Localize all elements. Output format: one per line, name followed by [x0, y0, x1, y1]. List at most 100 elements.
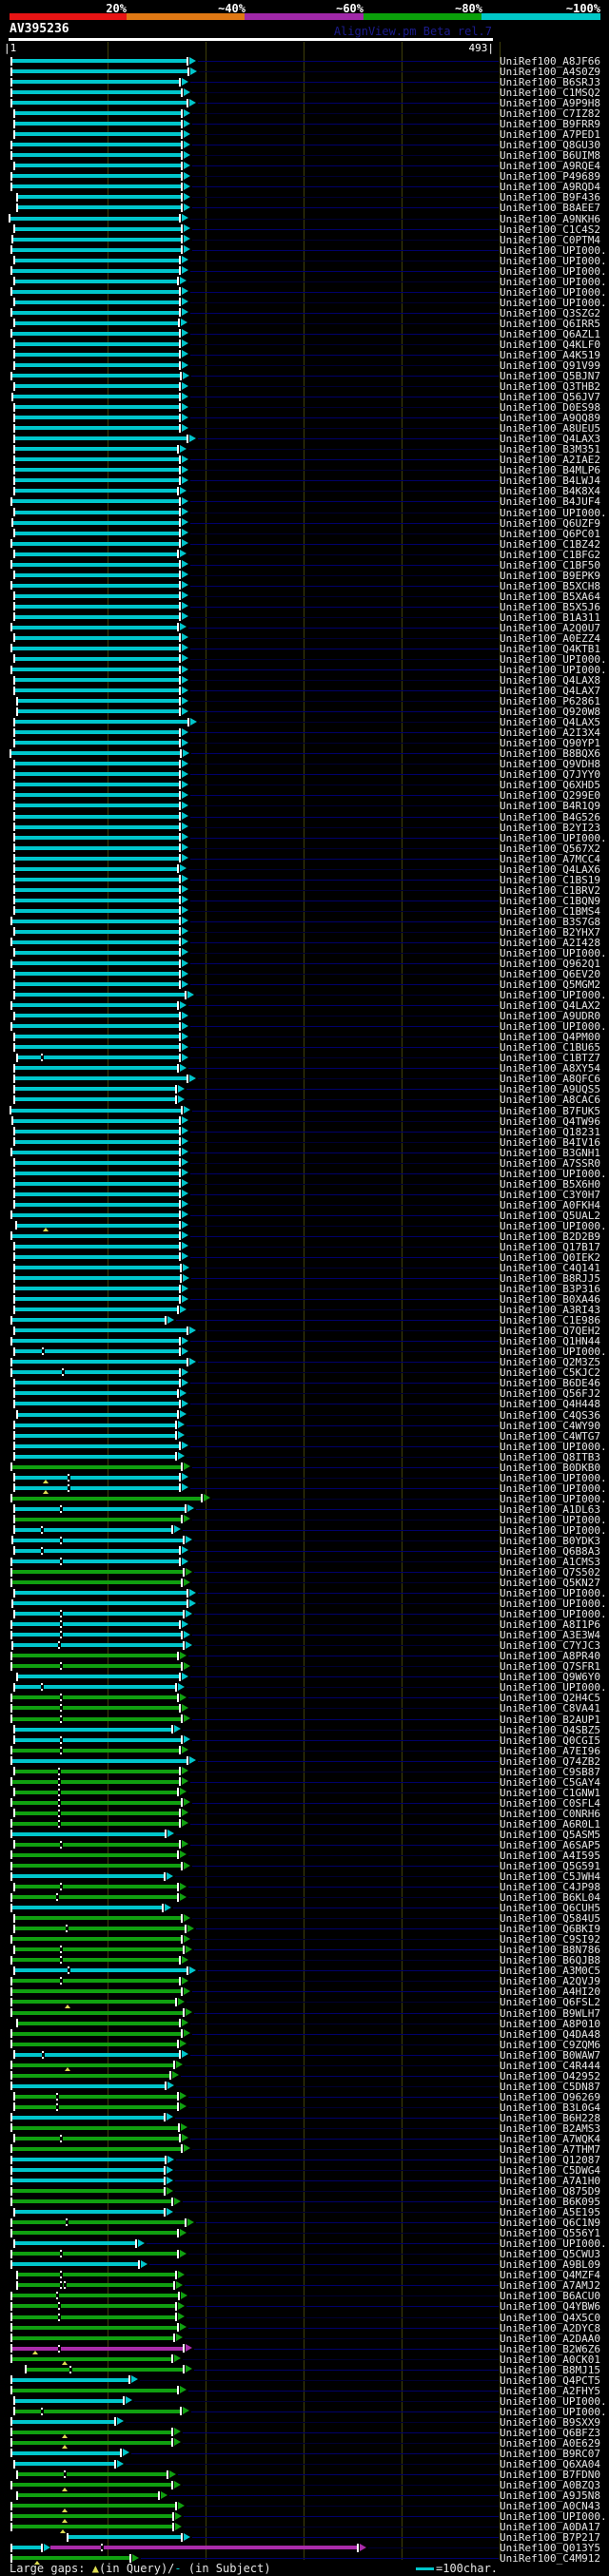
arrow-base-tick	[179, 969, 181, 978]
arrow-head-icon	[167, 2113, 173, 2121]
arrow-base-tick	[175, 1452, 177, 1462]
label-connector-line	[196, 1928, 499, 1930]
alignment-bar	[15, 1454, 175, 1459]
subject-gap-dot	[58, 1772, 60, 1775]
arrow-head-icon	[184, 1630, 190, 1638]
label-connector-line	[190, 743, 499, 745]
arrow-base-tick	[179, 392, 181, 401]
query-gap-triangle-icon	[32, 2351, 38, 2355]
footer-mid: (in Query)/	[98, 2562, 175, 2575]
label-connector-line	[192, 228, 499, 230]
alignment-bar	[12, 2000, 175, 2005]
alignment-bar	[12, 2262, 138, 2267]
label-connector-line	[192, 1466, 499, 1468]
arrow-head-icon	[178, 1094, 185, 1103]
arrow-head-icon	[172, 2071, 179, 2080]
alignment-bar	[15, 856, 179, 861]
arrow-base-tick	[173, 2061, 175, 2070]
label-connector-line	[141, 2558, 499, 2560]
arrow-base-tick	[187, 1074, 188, 1083]
arrow-base-tick	[177, 2228, 179, 2237]
alignment-bar	[12, 2158, 165, 2161]
label-connector-line	[190, 312, 499, 314]
arrow-base-tick	[179, 496, 181, 506]
subject-gap-dot	[68, 1489, 69, 1492]
label-connector-line	[188, 491, 499, 493]
arrow-head-icon	[165, 1903, 171, 1911]
subject-gap-dot	[60, 1746, 62, 1749]
label-connector-line	[176, 2085, 499, 2087]
label-connector-line	[190, 2054, 499, 2056]
alignment-bar	[12, 1852, 177, 1857]
arrow-base-tick	[165, 2155, 167, 2164]
arrow-head-icon	[180, 1410, 187, 1418]
label-connector-line	[190, 1141, 499, 1143]
label-connector-line	[190, 533, 499, 534]
subject-gap-dot	[60, 1840, 62, 1843]
arrow-head-icon	[182, 769, 188, 778]
arrow-head-icon	[189, 1357, 196, 1365]
label-connector-line	[368, 2547, 499, 2549]
arrow-base-tick	[179, 1294, 181, 1304]
arrow-base-tick	[179, 602, 181, 611]
alignment-bar	[15, 1727, 171, 1732]
alignment-bar	[13, 1118, 179, 1123]
label-connector-line	[176, 1833, 499, 1835]
arrow-base-tick	[179, 1399, 181, 1408]
arrow-base-tick	[179, 917, 181, 926]
alignment-bar	[12, 625, 177, 629]
label-connector-line	[190, 837, 499, 839]
label-connector-line	[188, 281, 499, 282]
arrow-base-tick	[179, 1809, 181, 1818]
alignment-bar	[12, 499, 179, 504]
arrow-head-icon	[182, 1242, 188, 1250]
arrow-head-icon	[182, 1211, 188, 1219]
arrow-head-icon	[180, 486, 187, 494]
scale-segment-2	[245, 13, 363, 20]
label-connector-line	[188, 2390, 499, 2392]
alignment-bar	[12, 1821, 179, 1826]
arrow-head-icon	[184, 1861, 190, 1869]
alignment-bar	[15, 1423, 175, 1427]
arrow-head-icon	[182, 1767, 188, 1775]
alignment-bar	[12, 2346, 183, 2351]
arrow-base-tick	[165, 1830, 167, 1839]
subject-gap-dot	[64, 2470, 66, 2473]
label-connector-line	[178, 2474, 499, 2476]
arrow-head-icon	[189, 434, 196, 442]
scale-legend-label: =100char.	[436, 2562, 499, 2575]
arrow-head-icon	[182, 1053, 188, 1061]
arrow-head-icon	[182, 455, 188, 463]
alignment-bar	[13, 237, 181, 242]
alignment-bar	[18, 195, 181, 200]
subject-gap-dot	[58, 2350, 60, 2353]
alignment-bar	[12, 541, 179, 546]
arrow-head-icon	[182, 948, 188, 957]
alignment-bar	[12, 101, 187, 106]
arrow-head-icon	[180, 1651, 187, 1659]
arrow-base-tick	[179, 790, 181, 800]
label-connector-line	[199, 722, 499, 724]
arrow-head-icon	[186, 1536, 192, 1544]
alignment-bar	[15, 835, 179, 840]
arrow-head-icon	[131, 2375, 138, 2384]
alignment-bar	[12, 2220, 185, 2225]
arrow-head-icon	[174, 1725, 181, 1733]
arrow-head-icon	[184, 1106, 190, 1114]
arrow-base-tick	[179, 298, 181, 307]
alignment-bar	[12, 2168, 164, 2173]
arrow-base-tick	[179, 938, 181, 947]
arrow-head-icon	[184, 245, 190, 254]
arrow-head-icon	[182, 329, 188, 338]
arrow-head-icon	[174, 2480, 181, 2489]
arrow-base-tick	[179, 1116, 181, 1126]
arrow-base-tick	[181, 2144, 183, 2154]
alignment-bar	[18, 2021, 179, 2025]
label-connector-line	[194, 1949, 499, 1951]
arrow-head-icon	[182, 759, 188, 767]
arrow-base-tick	[179, 1211, 181, 1220]
query-gap-triangle-icon	[62, 2518, 68, 2523]
arrow-base-tick	[179, 927, 181, 937]
arrow-head-icon	[174, 2438, 181, 2447]
label-connector-line	[194, 2012, 499, 2014]
